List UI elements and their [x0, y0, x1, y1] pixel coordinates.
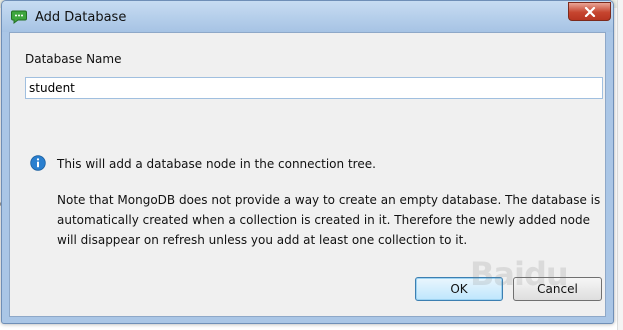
ok-button[interactable]: OK	[415, 277, 503, 301]
database-name-input[interactable]	[25, 77, 603, 99]
app-chat-icon	[11, 10, 27, 24]
info-icon	[30, 155, 46, 171]
info-message: This will add a database node in the con…	[57, 157, 376, 171]
dialog-title: Add Database	[35, 10, 127, 25]
database-name-label: Database Name	[25, 52, 122, 66]
close-icon	[584, 6, 596, 17]
dialog-content: Database Name This will add a database n…	[9, 32, 606, 317]
note-message: Note that MongoDB does not provide a way…	[57, 193, 601, 247]
cancel-button[interactable]: Cancel	[513, 277, 602, 301]
background-window-edge	[617, 0, 623, 330]
dialog-title-bar[interactable]: Add Database	[2, 1, 613, 32]
add-database-dialog: Add Database Database Name This will add…	[1, 0, 614, 324]
close-button[interactable]	[568, 2, 611, 21]
